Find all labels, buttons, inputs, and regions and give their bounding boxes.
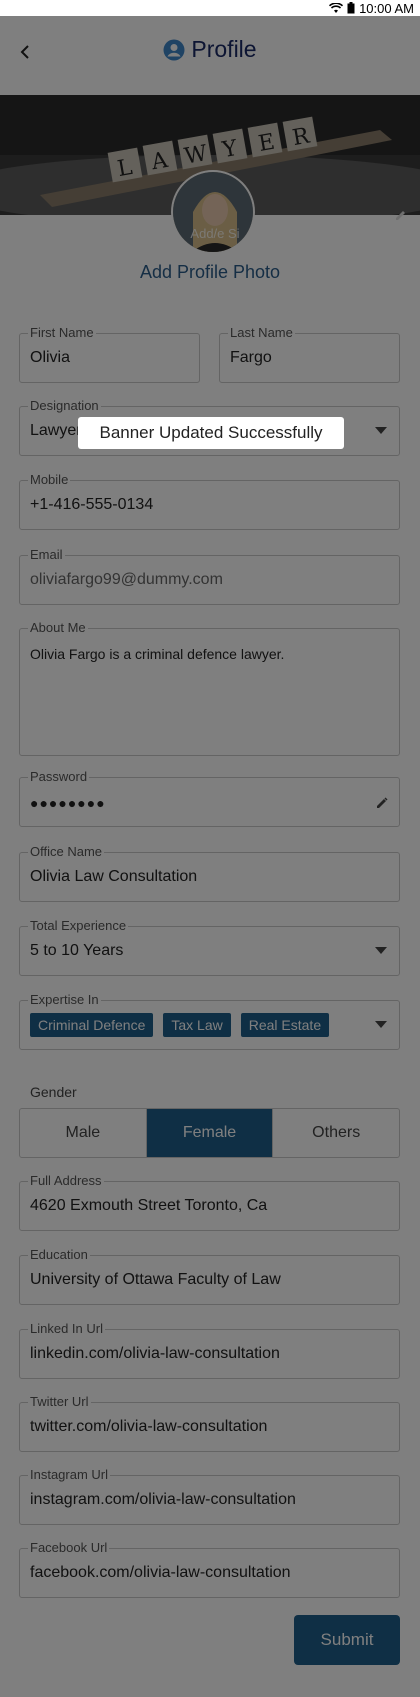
office-name-value: Olivia Law Consultation: [30, 868, 198, 885]
education-field[interactable]: Education University of Ottawa Faculty o…: [19, 1247, 400, 1305]
status-time: 10:00 AM: [359, 0, 414, 16]
expertise-label: Expertise In: [28, 992, 101, 1007]
full-address-value: 4620 Exmouth Street Toronto, Ca: [30, 1197, 268, 1214]
password-field[interactable]: Password ●●●●●●●●: [19, 769, 400, 827]
caret-down-icon: [375, 1021, 387, 1028]
submit-button[interactable]: Submit: [294, 1615, 400, 1665]
first-name-field[interactable]: First Name Olivia: [19, 325, 200, 383]
total-experience-select[interactable]: Total Experience 5 to 10 Years: [19, 918, 400, 976]
linkedin-url-label: Linked In Url: [28, 1321, 105, 1336]
gender-option-male[interactable]: Male: [20, 1109, 147, 1157]
battery-icon: [347, 2, 355, 14]
expertise-chips: Criminal Defence Tax Law Real Estate: [30, 1013, 330, 1037]
last-name-value: Fargo: [230, 349, 272, 366]
password-value: ●●●●●●●●: [30, 795, 106, 811]
toast-message: Banner Updated Successfully: [78, 417, 344, 449]
avatar-overlay-text: Add/e Si: [190, 226, 239, 241]
last-name-field[interactable]: Last Name Fargo: [219, 325, 400, 383]
password-label: Password: [28, 769, 90, 784]
gender-option-female[interactable]: Female: [146, 1109, 274, 1157]
full-address-field[interactable]: Full Address 4620 Exmouth Street Toronto…: [19, 1173, 400, 1231]
facebook-url-label: Facebook Url: [28, 1540, 110, 1555]
first-name-value: Olivia: [30, 349, 71, 366]
instagram-url-label: Instagram Url: [28, 1467, 111, 1482]
facebook-url-field[interactable]: Facebook Url facebook.com/olivia-law-con…: [19, 1540, 400, 1598]
instagram-url-field[interactable]: Instagram Url instagram.com/olivia-law-c…: [19, 1467, 400, 1525]
add-profile-photo-link[interactable]: Add Profile Photo: [0, 262, 420, 283]
about-me-textarea[interactable]: About Me Olivia Fargo is a criminal defe…: [19, 620, 400, 756]
page-title: Profile: [191, 36, 257, 62]
email-field[interactable]: Email oliviafargo99@dummy.com: [19, 547, 400, 605]
first-name-label: First Name: [28, 325, 96, 340]
user-icon: [163, 39, 185, 60]
app-bar: Profile: [0, 16, 420, 86]
twitter-url-label: Twitter Url: [28, 1394, 91, 1409]
banner-edit-icon[interactable]: [394, 208, 408, 222]
twitter-url-value: twitter.com/olivia-law-consultation: [30, 1418, 268, 1435]
linkedin-url-value: linkedin.com/olivia-law-consultation: [30, 1345, 280, 1362]
facebook-url-value: facebook.com/olivia-law-consultation: [30, 1564, 291, 1581]
total-experience-value: 5 to 10 Years: [30, 942, 124, 959]
twitter-url-field[interactable]: Twitter Url twitter.com/olivia-law-consu…: [19, 1394, 400, 1452]
linkedin-url-field[interactable]: Linked In Url linkedin.com/olivia-law-co…: [19, 1321, 400, 1379]
office-name-field[interactable]: Office Name Olivia Law Consultation: [19, 844, 400, 902]
about-me-label: About Me: [28, 620, 88, 635]
gender-label: Gender: [30, 1084, 77, 1100]
avatar-image: Add/e Si: [173, 172, 253, 252]
expertise-select[interactable]: Expertise In Criminal Defence Tax Law Re…: [19, 992, 400, 1050]
profile-page: Profile L A W Y E R Add/e Si Add Profile…: [0, 16, 420, 1697]
gender-segmented-control: Male Female Others: [19, 1108, 400, 1158]
edit-pencil-icon[interactable]: [375, 796, 389, 810]
status-bar: 10:00 AM: [0, 0, 420, 16]
education-label: Education: [28, 1247, 90, 1262]
designation-value: Lawyer: [30, 422, 82, 439]
page-title-group: Profile: [0, 36, 420, 63]
total-experience-label: Total Experience: [28, 918, 129, 933]
mobile-label: Mobile: [28, 472, 71, 487]
education-value: University of Ottawa Faculty of Law: [30, 1271, 281, 1288]
wifi-icon: [329, 2, 344, 14]
email-value: oliviafargo99@dummy.com: [30, 571, 223, 588]
email-label: Email: [28, 547, 65, 562]
expertise-chip[interactable]: Criminal Defence: [30, 1013, 154, 1037]
caret-down-icon: [375, 427, 387, 434]
expertise-chip[interactable]: Real Estate: [240, 1013, 330, 1037]
instagram-url-value: instagram.com/olivia-law-consultation: [30, 1491, 296, 1508]
banner-tile-letter: W: [183, 141, 210, 170]
mobile-value: +1-416-555-0134: [30, 496, 154, 513]
designation-label: Designation: [28, 398, 101, 413]
gender-option-others[interactable]: Others: [273, 1109, 399, 1157]
caret-down-icon: [375, 947, 387, 954]
last-name-label: Last Name: [228, 325, 295, 340]
avatar[interactable]: Add/e Si: [171, 170, 255, 254]
expertise-chip[interactable]: Tax Law: [163, 1013, 231, 1037]
office-name-label: Office Name: [28, 844, 105, 859]
mobile-field[interactable]: Mobile +1-416-555-0134: [19, 472, 400, 530]
about-me-value: Olivia Fargo is a criminal defence lawye…: [30, 646, 285, 662]
full-address-label: Full Address: [28, 1173, 104, 1188]
